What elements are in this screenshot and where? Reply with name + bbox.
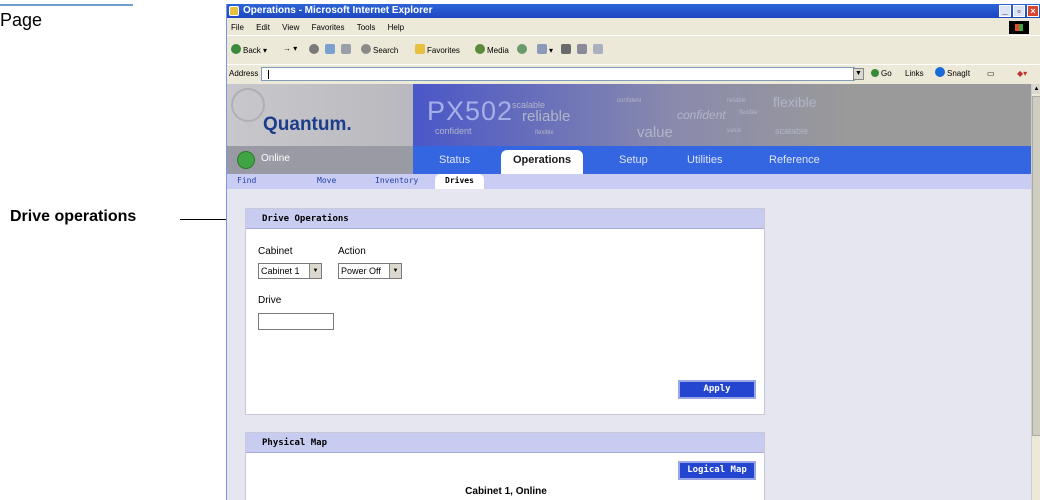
maximize-icon[interactable]: ▫ xyxy=(1013,5,1025,17)
drive-field[interactable] xyxy=(258,313,334,330)
window-title: Operations - Microsoft Internet Explorer xyxy=(243,5,433,16)
edit-icon xyxy=(577,44,587,54)
action-select[interactable]: Power Off ▼ xyxy=(338,263,402,279)
stop-icon xyxy=(309,44,319,54)
address-input[interactable] xyxy=(261,67,855,81)
back-arrow-icon xyxy=(231,44,241,54)
apply-button[interactable]: Apply xyxy=(678,380,756,399)
cabinet-select[interactable]: Cabinet 1 ▼ xyxy=(258,263,322,279)
stop-button[interactable] xyxy=(309,44,321,55)
subtab-find[interactable]: Find xyxy=(237,176,256,185)
minimize-icon[interactable]: _ xyxy=(999,5,1011,17)
favorites-button[interactable]: Favorites xyxy=(415,44,460,55)
print-icon xyxy=(561,44,571,54)
main-nav: Online Status Operations Setup Utilities… xyxy=(227,146,1031,174)
snagit-icon xyxy=(935,67,945,77)
print-button[interactable] xyxy=(561,44,573,55)
refresh-button[interactable] xyxy=(325,44,337,55)
go-arrow-icon xyxy=(871,69,879,77)
drive-operations-header: Drive Operations xyxy=(246,209,764,229)
ie-icon xyxy=(229,6,239,16)
mail-button[interactable]: ▾ xyxy=(537,44,553,55)
links-button[interactable]: Links xyxy=(905,65,924,83)
menu-file[interactable]: File xyxy=(231,23,244,32)
subtab-drives[interactable]: Drives xyxy=(435,174,484,189)
logo-area: Quantum. xyxy=(227,84,413,146)
discuss-button[interactable] xyxy=(593,44,605,55)
menu-view[interactable]: View xyxy=(282,23,299,32)
extension-icon[interactable]: ◆▾ xyxy=(1017,65,1027,83)
action-label: Action xyxy=(338,246,366,257)
callout-label: Drive operations xyxy=(10,208,137,225)
menu-tools[interactable]: Tools xyxy=(357,23,376,32)
subtab-move[interactable]: Move xyxy=(317,176,336,185)
web-page: Quantum. PX502 scalable reliable confide… xyxy=(227,84,1031,500)
edit-button[interactable] xyxy=(577,44,589,55)
text-caret xyxy=(268,70,269,79)
product-name: PX502 xyxy=(427,96,514,126)
scroll-up-icon[interactable]: ▲ xyxy=(1032,84,1040,94)
banner: Quantum. PX502 scalable reliable confide… xyxy=(227,84,1031,146)
physical-map-header: Physical Map xyxy=(246,433,764,453)
chevron-down-icon: ▼ xyxy=(309,264,321,278)
cabinet-label: Cabinet xyxy=(258,246,293,257)
close-icon[interactable]: × xyxy=(1027,5,1039,17)
capture-icon[interactable]: ▭ xyxy=(987,65,995,83)
mail-icon xyxy=(537,44,547,54)
menu-favorites[interactable]: Favorites xyxy=(312,23,345,32)
go-button[interactable]: Go xyxy=(871,65,892,83)
status-label: Online xyxy=(261,153,290,164)
forward-button[interactable]: → ▾ xyxy=(283,44,297,53)
browser-window: Operations - Microsoft Internet Explorer… xyxy=(226,4,1040,500)
physical-map-panel: Physical Map Logical Map Cabinet 1, Onli… xyxy=(245,432,765,500)
media-button[interactable]: Media xyxy=(475,44,509,55)
drive-operations-panel: Drive Operations Cabinet Action Cabinet … xyxy=(245,208,765,415)
status-heartbeat-icon xyxy=(237,151,255,169)
tab-utilities[interactable]: Utilities xyxy=(687,154,722,166)
discuss-icon xyxy=(593,44,603,54)
toolbar: Back ▾ → ▾ Search Favorites Media ▾ xyxy=(227,35,1040,64)
tab-operations[interactable]: Operations xyxy=(501,150,584,174)
back-button[interactable]: Back ▾ xyxy=(231,44,267,55)
logical-map-button[interactable]: Logical Map xyxy=(678,461,756,480)
page-label: Page xyxy=(0,10,43,30)
sub-nav: Find Move Inventory Drives xyxy=(227,174,1031,189)
tab-status[interactable]: Status xyxy=(439,154,470,166)
media-icon xyxy=(475,44,485,54)
vertical-scrollbar[interactable]: ▲ xyxy=(1031,84,1040,500)
header-rule xyxy=(0,4,133,6)
menu-edit[interactable]: Edit xyxy=(256,23,270,32)
menu-bar: File Edit View Favorites Tools Help xyxy=(227,20,1040,35)
search-icon xyxy=(361,44,371,54)
brand-logo: Quantum. xyxy=(263,114,352,135)
drive-label: Drive xyxy=(258,295,282,306)
cabinet-status: Cabinet 1, Online xyxy=(465,486,547,497)
home-icon xyxy=(341,44,351,54)
subtab-inventory[interactable]: Inventory xyxy=(375,176,418,185)
favorites-icon xyxy=(415,44,425,54)
chevron-down-icon: ▼ xyxy=(389,264,401,278)
scroll-thumb[interactable] xyxy=(1032,96,1040,436)
address-dropdown-icon[interactable]: ▼ xyxy=(853,68,864,80)
history-icon xyxy=(517,44,527,54)
windows-logo-icon xyxy=(1009,21,1029,34)
tab-reference[interactable]: Reference xyxy=(769,154,820,166)
title-bar: Operations - Microsoft Internet Explorer… xyxy=(227,4,1040,18)
home-button[interactable] xyxy=(341,44,353,55)
status-area: Online xyxy=(227,146,413,174)
tab-setup[interactable]: Setup xyxy=(619,154,648,166)
refresh-icon xyxy=(325,44,335,54)
history-button[interactable] xyxy=(517,44,529,55)
quantum-mark-icon xyxy=(231,88,265,122)
address-bar: Address ▼ Go Links SnagIt ▭ ◆▾ xyxy=(227,64,1040,82)
snagit-button[interactable]: SnagIt xyxy=(935,65,970,83)
address-label: Address xyxy=(229,69,259,78)
search-button[interactable]: Search xyxy=(361,44,398,55)
menu-help[interactable]: Help xyxy=(388,23,404,32)
